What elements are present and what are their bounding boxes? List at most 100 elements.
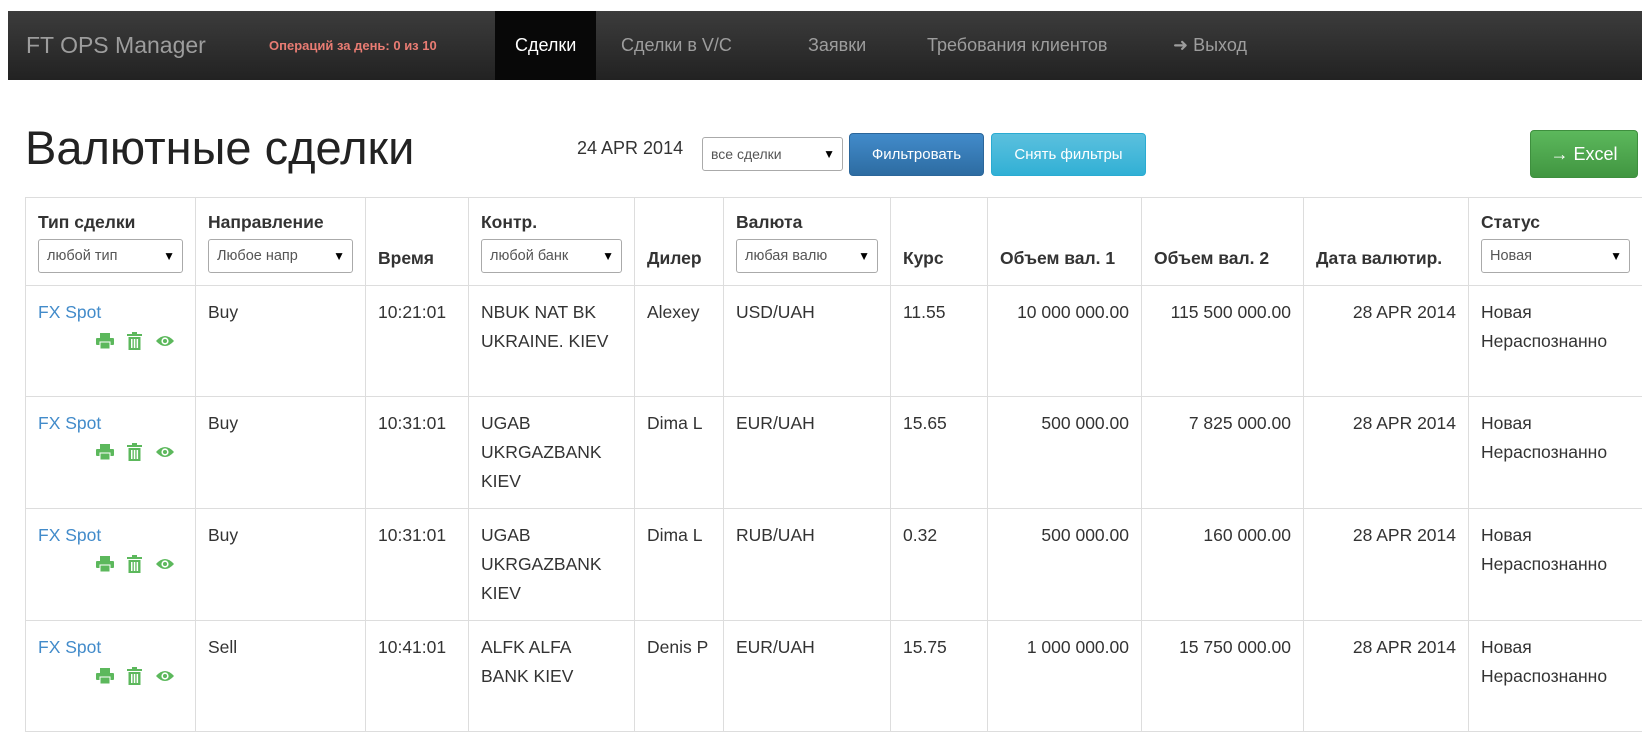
cell-status: Новая Нераспознанно — [1469, 621, 1642, 732]
cell-counterparty: UGAB UKRGAZBANK KIEV — [469, 397, 635, 509]
caret-down-icon: ▼ — [333, 240, 345, 272]
cell-direction: Buy — [196, 286, 366, 397]
header-status-label: Статус — [1481, 208, 1630, 237]
status-filter-select[interactable]: Новая ▼ — [1481, 239, 1630, 273]
cell-direction: Buy — [196, 509, 366, 621]
currency-filter-value: любая валю — [745, 248, 827, 264]
cell-time: 10:21:01 — [366, 286, 469, 397]
cell-rate: 11.55 — [891, 286, 988, 397]
row-actions — [38, 329, 183, 351]
header-volume1: Объем вал. 1 — [988, 198, 1142, 286]
cell-type: FX Spot — [26, 397, 196, 509]
deal-type-link[interactable]: FX Spot — [38, 413, 101, 433]
cell-value-date: 28 APR 2014 — [1304, 286, 1469, 397]
eye-icon[interactable] — [155, 334, 175, 348]
caret-down-icon: ▼ — [163, 240, 175, 272]
cell-rate: 0.32 — [891, 509, 988, 621]
operations-counter: Операций за день: 0 из 10 — [269, 11, 437, 80]
date-label: 24 APR 2014 — [577, 136, 683, 160]
caret-down-icon: ▼ — [823, 138, 835, 170]
table-row: FX Spot Sell 10:41:01 ALFK ALFA BANK KIE… — [26, 621, 1642, 732]
header-direction-label: Направление — [208, 208, 353, 237]
cell-currency: EUR/UAH — [724, 397, 891, 509]
currency-filter-select[interactable]: любая валю▼ — [736, 239, 878, 273]
header-counterparty: Контр. любой банк ▼ — [469, 198, 635, 286]
eye-icon[interactable] — [155, 445, 175, 459]
table-row: FX Spot Buy 10:31:01 UGAB UKRGAZBANK KIE… — [26, 397, 1642, 509]
cell-value-date: 28 APR 2014 — [1304, 621, 1469, 732]
cell-currency: USD/UAH — [724, 286, 891, 397]
cell-status: Новая Нераспознанно — [1469, 397, 1642, 509]
cell-rate: 15.65 — [891, 397, 988, 509]
header-currency: Валюта любая валю▼ — [724, 198, 891, 286]
export-excel-button[interactable]: → Excel — [1530, 130, 1638, 178]
cell-currency: RUB/UAH — [724, 509, 891, 621]
filter-button[interactable]: Фильтровать — [849, 133, 984, 176]
table-row: FX Spot Buy 10:21:01 NBUK NAT BK UKRAINE… — [26, 286, 1642, 397]
cell-rate: 15.75 — [891, 621, 988, 732]
brand[interactable]: FT OPS Manager — [26, 11, 206, 80]
cell-counterparty: ALFK ALFA BANK KIEV — [469, 621, 635, 732]
print-icon[interactable] — [96, 668, 114, 684]
caret-down-icon: ▼ — [1610, 240, 1622, 272]
cell-volume1: 10 000 000.00 — [988, 286, 1142, 397]
cell-counterparty: UGAB UKRGAZBANK KIEV — [469, 509, 635, 621]
deal-type-link[interactable]: FX Spot — [38, 525, 101, 545]
trash-icon[interactable] — [127, 332, 142, 350]
header-value-date: Дата валютир. — [1304, 198, 1469, 286]
eye-icon[interactable] — [155, 669, 175, 683]
print-icon[interactable] — [96, 333, 114, 349]
print-icon[interactable] — [96, 444, 114, 460]
header-type-label: Тип сделки — [38, 208, 183, 237]
trash-icon[interactable] — [127, 443, 142, 461]
nav-logout[interactable]: ➜ Выход — [1153, 11, 1267, 80]
status-filter-value: Новая — [1490, 248, 1532, 264]
cell-currency: EUR/UAH — [724, 621, 891, 732]
deal-filter-select[interactable]: все сделки ▼ — [702, 137, 843, 171]
header-time: Время — [366, 198, 469, 286]
nav-deals[interactable]: Сделки — [495, 11, 596, 80]
header-rate: Курс — [891, 198, 988, 286]
nav-deals-vc[interactable]: Сделки в V/C — [601, 11, 752, 80]
cell-value-date: 28 APR 2014 — [1304, 397, 1469, 509]
cell-direction: Buy — [196, 397, 366, 509]
table-header-row: Тип сделки любой тип▼ Направление Любое … — [26, 198, 1642, 286]
row-actions — [38, 440, 183, 462]
header-counterparty-label: Контр. — [481, 208, 622, 237]
counterparty-filter-select[interactable]: любой банк ▼ — [481, 239, 622, 273]
print-icon[interactable] — [96, 556, 114, 572]
cell-counterparty: NBUK NAT BK UKRAINE. KIEV — [469, 286, 635, 397]
cell-time: 10:31:01 — [366, 509, 469, 621]
deal-filter-value: все сделки — [711, 146, 782, 162]
cell-volume2: 15 750 000.00 — [1142, 621, 1304, 732]
trash-icon[interactable] — [127, 667, 142, 685]
direction-filter-value: Любое напр — [217, 248, 298, 264]
cell-type: FX Spot — [26, 286, 196, 397]
cell-time: 10:41:01 — [366, 621, 469, 732]
deal-type-link[interactable]: FX Spot — [38, 637, 101, 657]
header-status: Статус Новая ▼ — [1469, 198, 1642, 286]
cell-dealer: Alexey — [635, 286, 724, 397]
counterparty-filter-value: любой банк — [490, 248, 568, 264]
cell-volume1: 1 000 000.00 — [988, 621, 1142, 732]
eye-icon[interactable] — [155, 557, 175, 571]
type-filter-select[interactable]: любой тип▼ — [38, 239, 183, 273]
cell-type: FX Spot — [26, 509, 196, 621]
cell-volume2: 7 825 000.00 — [1142, 397, 1304, 509]
table-row: FX Spot Buy 10:31:01 UGAB UKRGAZBANK KIE… — [26, 509, 1642, 621]
cell-time: 10:31:01 — [366, 397, 469, 509]
clear-filters-button[interactable]: Снять фильтры — [991, 133, 1146, 176]
page-title: Валютные сделки — [25, 118, 414, 178]
direction-filter-select[interactable]: Любое напр ▼ — [208, 239, 353, 273]
header-dealer: Дилер — [635, 198, 724, 286]
nav-client-requirements[interactable]: Требования клиентов — [907, 11, 1127, 80]
caret-down-icon: ▼ — [602, 240, 614, 272]
cell-volume1: 500 000.00 — [988, 397, 1142, 509]
top-navbar: FT OPS Manager Операций за день: 0 из 10… — [8, 11, 1642, 80]
deal-type-link[interactable]: FX Spot — [38, 302, 101, 322]
row-actions — [38, 664, 183, 686]
nav-requests[interactable]: Заявки — [788, 11, 886, 80]
trash-icon[interactable] — [127, 555, 142, 573]
header-direction: Направление Любое напр ▼ — [196, 198, 366, 286]
cell-dealer: Dima L — [635, 397, 724, 509]
